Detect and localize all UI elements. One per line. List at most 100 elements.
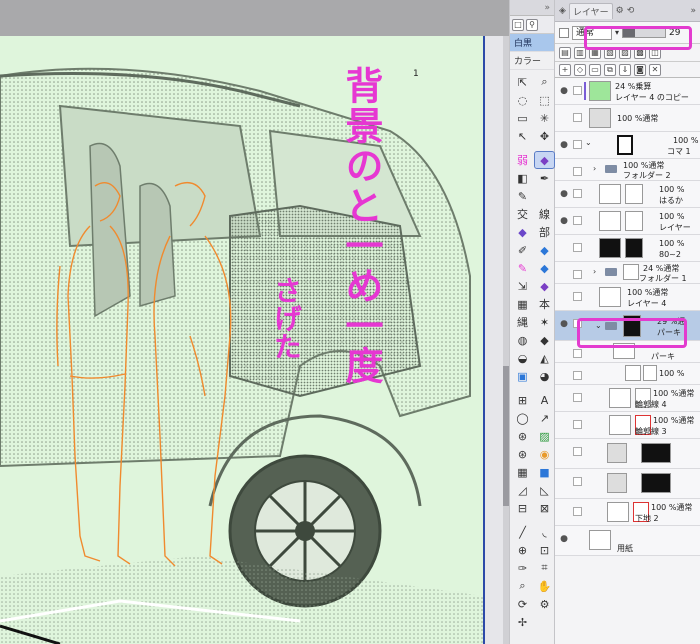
bucket-icon[interactable]: ◭: [535, 350, 554, 366]
layer-row[interactable]: ● 100 % はるか: [555, 181, 700, 208]
brush-purple-icon[interactable]: ◆: [534, 151, 555, 169]
folder-row-selected[interactable]: ● ⌄ 29 %通 パーキ: [555, 311, 700, 341]
lock-alpha-icon[interactable]: ▨: [619, 46, 631, 59]
layer-move-icon[interactable]: ⟳: [513, 596, 532, 612]
eye-icon[interactable]: ●: [559, 86, 569, 96]
ink-icon[interactable]: ✐: [513, 242, 532, 258]
blend-mode-select[interactable]: 通常: [572, 25, 612, 40]
move-layer-icon[interactable]: ⌕: [513, 578, 532, 594]
chevron-right-icon[interactable]: ›: [593, 164, 596, 173]
layer-row-paper[interactable]: ● 用紙: [555, 526, 700, 556]
blue-square-icon[interactable]: ▨: [535, 428, 554, 444]
eye-icon[interactable]: ●: [559, 216, 569, 226]
lock-checkbox[interactable]: [573, 507, 582, 516]
layer-row[interactable]: 100 %通常 レイヤー 4: [555, 284, 700, 311]
shape-icon[interactable]: ⊟: [513, 500, 532, 516]
polyline-icon[interactable]: ⊠: [535, 500, 554, 516]
brush-weak-icon[interactable]: 弱: [513, 152, 532, 168]
ruler-layer-icon[interactable]: ◫: [649, 46, 661, 59]
dark-marker-icon[interactable]: ◆: [535, 260, 554, 276]
marker-icon[interactable]: ✎: [513, 260, 532, 276]
search-icon[interactable]: ⚲: [526, 18, 538, 31]
hand-icon[interactable]: ⊡: [535, 542, 554, 558]
chevron-down-icon[interactable]: ⌄: [595, 321, 602, 330]
star-icon[interactable]: ✶: [535, 314, 554, 330]
part-icon[interactable]: 部: [535, 224, 554, 240]
lock-checkbox[interactable]: [573, 270, 582, 279]
lock-checkbox[interactable]: [573, 140, 582, 149]
chevron-right-icon[interactable]: ›: [593, 267, 596, 276]
navigator-icon[interactable]: ⌗: [535, 560, 554, 576]
ref-layer-icon[interactable]: ▦: [589, 46, 601, 59]
lock-checkbox[interactable]: [573, 86, 582, 95]
new-icon[interactable]: □: [512, 18, 524, 31]
eye-icon[interactable]: ●: [559, 319, 569, 329]
select-icon[interactable]: ⬚: [535, 92, 554, 108]
pencil-icon[interactable]: ✎: [513, 188, 532, 204]
magnifier-icon[interactable]: ⊕: [513, 542, 532, 558]
new-vector-icon[interactable]: ◇: [574, 63, 586, 76]
layer-row[interactable]: 100 %通常 輪郭線 4: [555, 385, 700, 412]
layer-row[interactable]: [555, 439, 700, 469]
subtool-monochrome[interactable]: 白黒: [510, 34, 554, 52]
pattern-icon[interactable]: ◯: [513, 410, 532, 426]
lock-checkbox[interactable]: [573, 216, 582, 225]
circle-icon[interactable]: ◕: [535, 368, 554, 384]
rotate-icon[interactable]: ✑: [513, 560, 532, 576]
layer-row[interactable]: 100 % 80~2: [555, 235, 700, 262]
eye-icon[interactable]: ●: [559, 534, 569, 544]
expand-icon[interactable]: »: [690, 6, 696, 16]
fill-icon[interactable]: ⇲: [513, 278, 532, 294]
gradient-icon[interactable]: ◒: [513, 350, 532, 366]
layer-row[interactable]: ● 100 % レイヤー: [555, 208, 700, 235]
triangle-icon[interactable]: ⊛: [513, 446, 532, 462]
lock-checkbox[interactable]: [573, 371, 582, 380]
move-icon[interactable]: ⇱: [513, 74, 532, 90]
pen-bold-icon[interactable]: ✒: [535, 170, 554, 186]
panel-icon[interactable]: ■: [535, 464, 554, 480]
x-icon[interactable]: [535, 188, 554, 204]
smudge-icon[interactable]: ◆: [535, 332, 554, 348]
clip-below-icon[interactable]: ▥: [574, 46, 586, 59]
layer-row[interactable]: [555, 469, 700, 499]
folder-row[interactable]: › 24 %通常 フォルダー 1: [555, 262, 700, 284]
layer-row[interactable]: パーキ: [555, 341, 700, 363]
clip-checkbox[interactable]: [559, 27, 569, 38]
halftone-icon[interactable]: ▣: [513, 368, 532, 384]
lock-checkbox[interactable]: [573, 349, 582, 358]
chevron-down-icon[interactable]: ⌄: [585, 138, 592, 147]
ruler-icon[interactable]: ▦: [513, 464, 532, 480]
chevron-down-icon[interactable]: ▾: [615, 28, 619, 37]
mask-icon[interactable]: ▩: [634, 46, 646, 59]
mask-add-icon[interactable]: ◙: [634, 63, 646, 76]
frame-icon[interactable]: ◉: [535, 446, 554, 462]
lock-checkbox[interactable]: [573, 477, 582, 486]
lasso-icon[interactable]: ◌: [513, 92, 532, 108]
line-icon[interactable]: 線: [535, 206, 554, 222]
crosshatch-icon[interactable]: 交: [513, 206, 532, 222]
layer-row[interactable]: 100 %通常 輪郭線 3: [555, 412, 700, 439]
eraser-icon[interactable]: 縄: [513, 314, 532, 330]
new-folder-icon[interactable]: ▭: [589, 63, 601, 76]
layer-row[interactable]: 100 %: [555, 363, 700, 385]
tab-extra-icon[interactable]: ⚙: [616, 6, 624, 16]
lock-checkbox[interactable]: [573, 189, 582, 198]
grid-tool-icon[interactable]: ◟: [535, 524, 554, 540]
lock-checkbox[interactable]: [573, 319, 582, 328]
wand-icon[interactable]: ↖: [513, 128, 532, 144]
layer-row[interactable]: ● ⌄ 100 % コマ 1: [555, 132, 700, 159]
eye-icon[interactable]: ●: [559, 189, 569, 199]
lock-checkbox[interactable]: [573, 113, 582, 122]
delete-icon[interactable]: ✕: [649, 63, 661, 76]
dots-icon[interactable]: ⊛: [513, 428, 532, 444]
new-raster-icon[interactable]: +: [559, 63, 571, 76]
grid-icon[interactable]: ▦: [513, 296, 532, 312]
merge-icon[interactable]: ⇓: [619, 63, 631, 76]
book-icon[interactable]: 本: [535, 296, 554, 312]
zoom-icon[interactable]: ⌕: [535, 74, 554, 90]
eyedropper-icon[interactable]: ╱: [513, 524, 532, 540]
rect-select-icon[interactable]: ▭: [513, 110, 532, 126]
lock-checkbox[interactable]: [573, 292, 582, 301]
speech-icon[interactable]: A: [535, 392, 554, 408]
lock-checkbox[interactable]: [573, 243, 582, 252]
